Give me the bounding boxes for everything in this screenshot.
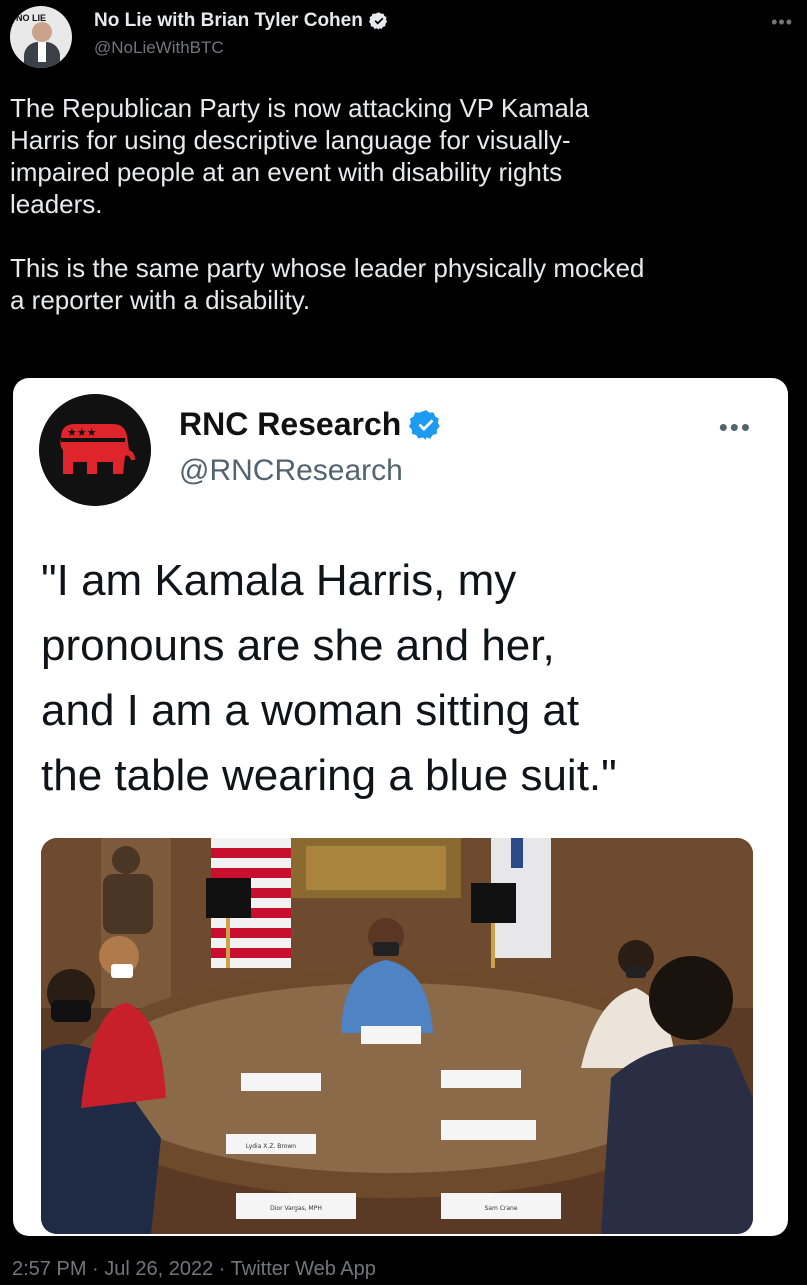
author-display-name[interactable]: No Lie with Brian Tyler Cohen [94,10,363,32]
name-card-2: Dior Vargas, MPH [270,1205,322,1212]
more-options-icon[interactable]: ••• [771,12,793,33]
name-card-3: Sam Crane [484,1205,517,1212]
tweet-header: NO LIE No Lie with Brian Tyler Cohen @No… [10,6,797,72]
verified-badge-icon [368,12,387,30]
rnc-verified-badge-icon [409,409,441,440]
rnc-display-name: RNC Research [179,406,402,442]
rnc-handle: @RNCResearch [179,454,403,487]
author-handle[interactable]: @NoLieWithBTC [94,38,224,58]
tweet-timestamp[interactable]: 2:57 PM · Jul 26, 2022 · Twitter Web App [12,1258,376,1281]
rnc-name-line: RNC Research [179,406,443,443]
meeting-photo: Lydia X.Z. Brown Dior Vargas, MPH Sam Cr… [41,838,753,1234]
meeting-photo-illustration: Lydia X.Z. Brown Dior Vargas, MPH Sam Cr… [41,838,753,1234]
author-name-line: No Lie with Brian Tyler Cohen [94,10,389,32]
quote-text: "I am Kamala Harris, my pronouns are she… [41,556,617,800]
tweet-paragraph-1: The Republican Party is now attacking VP… [10,93,590,219]
author-avatar[interactable]: NO LIE [10,6,72,68]
svg-text:★★★: ★★★ [67,426,97,439]
name-card-1: Lydia X.Z. Brown [246,1143,296,1150]
tweet-paragraph-2: This is the same party whose leader phys… [10,253,645,315]
tweet-text: The Republican Party is now attacking VP… [10,92,790,316]
avatar-shirt [38,42,46,62]
embedded-image[interactable]: ★★★ RNC Research @RNCResearch ••• "I am … [13,378,788,1236]
avatar-face [32,22,52,42]
rnc-elephant-logo-icon: ★★★ [39,394,151,506]
rnc-more-options-icon: ••• [718,412,752,442]
